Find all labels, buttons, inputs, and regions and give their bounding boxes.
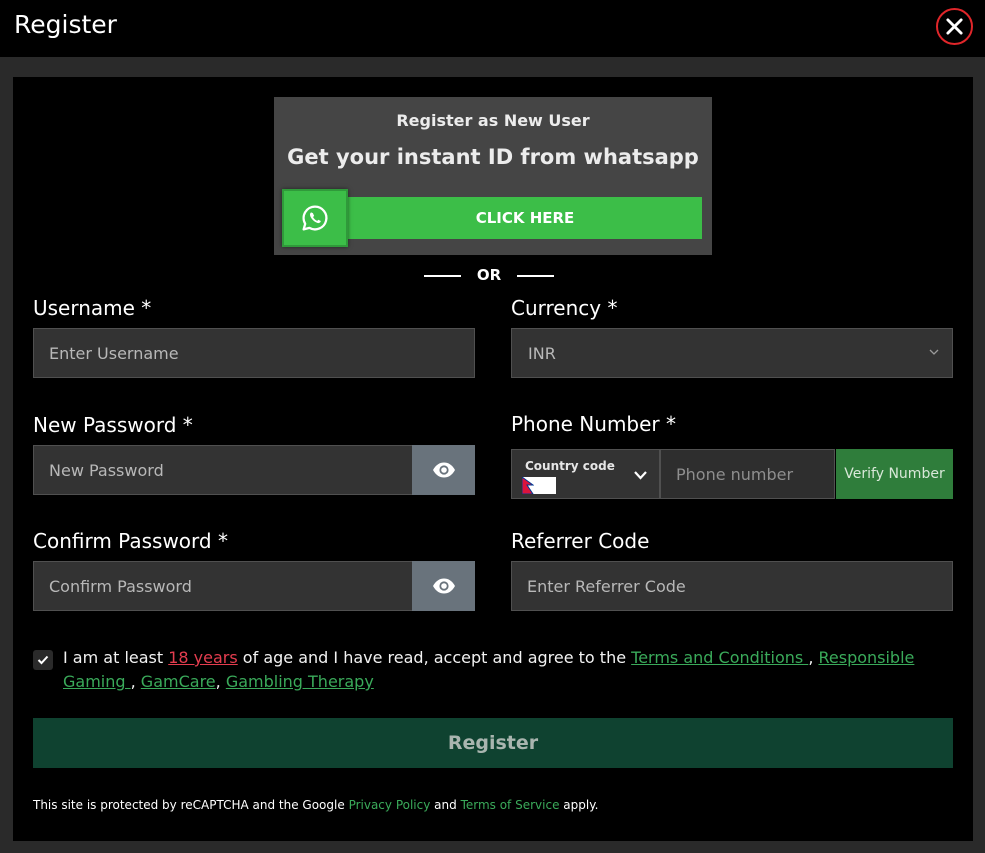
- new-password-label: New Password *: [33, 413, 193, 437]
- modal-header: Register: [0, 0, 985, 57]
- country-code-select[interactable]: Country code: [511, 449, 660, 499]
- terms-separator: ,: [215, 672, 226, 691]
- terms-and-conditions-link[interactable]: Terms and Conditions: [631, 648, 808, 667]
- divider-line-right: [517, 275, 554, 277]
- currency-select[interactable]: INR: [511, 328, 953, 378]
- show-confirm-password-button[interactable]: [412, 561, 475, 611]
- terms-of-service-link[interactable]: Terms of Service: [461, 798, 560, 812]
- terms-checkbox[interactable]: [33, 650, 53, 670]
- close-button[interactable]: [936, 8, 973, 45]
- phone-number-input[interactable]: [660, 449, 835, 499]
- register-button[interactable]: Register: [33, 718, 953, 768]
- phone-number-label: Phone Number *: [511, 412, 677, 436]
- or-divider: OR: [424, 265, 554, 285]
- new-password-input[interactable]: [33, 445, 413, 495]
- chevron-down-icon: [929, 349, 939, 355]
- gambling-therapy-link[interactable]: Gambling Therapy: [226, 672, 374, 691]
- show-new-password-button[interactable]: [412, 445, 475, 495]
- confirm-password-label: Confirm Password *: [33, 529, 228, 553]
- or-text: OR: [476, 266, 502, 284]
- recaptcha-and: and: [430, 798, 461, 812]
- close-icon: [946, 18, 963, 35]
- username-label: Username *: [33, 296, 152, 320]
- eye-icon: [432, 578, 455, 594]
- recaptcha-prefix: This site is protected by reCAPTCHA and …: [33, 798, 349, 812]
- divider-line-left: [424, 275, 461, 277]
- whatsapp-subtitle: Register as New User: [396, 111, 590, 130]
- gamcare-link[interactable]: GamCare: [141, 672, 216, 691]
- whatsapp-promo: Register as New User Get your instant ID…: [274, 97, 712, 255]
- currency-value: INR: [528, 344, 556, 363]
- nepal-flag-icon: [522, 477, 556, 494]
- whatsapp-icon: [302, 205, 328, 231]
- terms-middle: of age and I have read, accept and agree…: [237, 648, 632, 667]
- whatsapp-icon-button[interactable]: [282, 189, 348, 247]
- terms-separator: ,: [808, 648, 819, 667]
- country-code-label: Country code: [525, 459, 615, 473]
- referrer-code-label: Referrer Code: [511, 529, 650, 553]
- recaptcha-notice: This site is protected by reCAPTCHA and …: [33, 798, 598, 812]
- chevron-down-icon: [634, 471, 647, 480]
- recaptcha-suffix: apply.: [559, 798, 599, 812]
- username-input[interactable]: [33, 328, 475, 378]
- whatsapp-click-here-button[interactable]: CLICK HERE: [348, 197, 702, 239]
- privacy-policy-link[interactable]: Privacy Policy: [349, 798, 431, 812]
- whatsapp-heading: Get your instant ID from whatsapp: [287, 145, 699, 169]
- checkmark-icon: [37, 655, 49, 665]
- eye-icon: [432, 462, 455, 478]
- age-link[interactable]: 18 years: [168, 648, 237, 667]
- terms-text: I am at least 18 years of age and I have…: [63, 646, 953, 694]
- currency-label: Currency *: [511, 296, 618, 320]
- referrer-code-input[interactable]: [511, 561, 953, 611]
- modal-title: Register: [14, 10, 117, 39]
- verify-number-button[interactable]: Verify Number: [836, 449, 953, 499]
- terms-separator: ,: [130, 672, 141, 691]
- terms-prefix: I am at least: [63, 648, 169, 667]
- confirm-password-input[interactable]: [33, 561, 413, 611]
